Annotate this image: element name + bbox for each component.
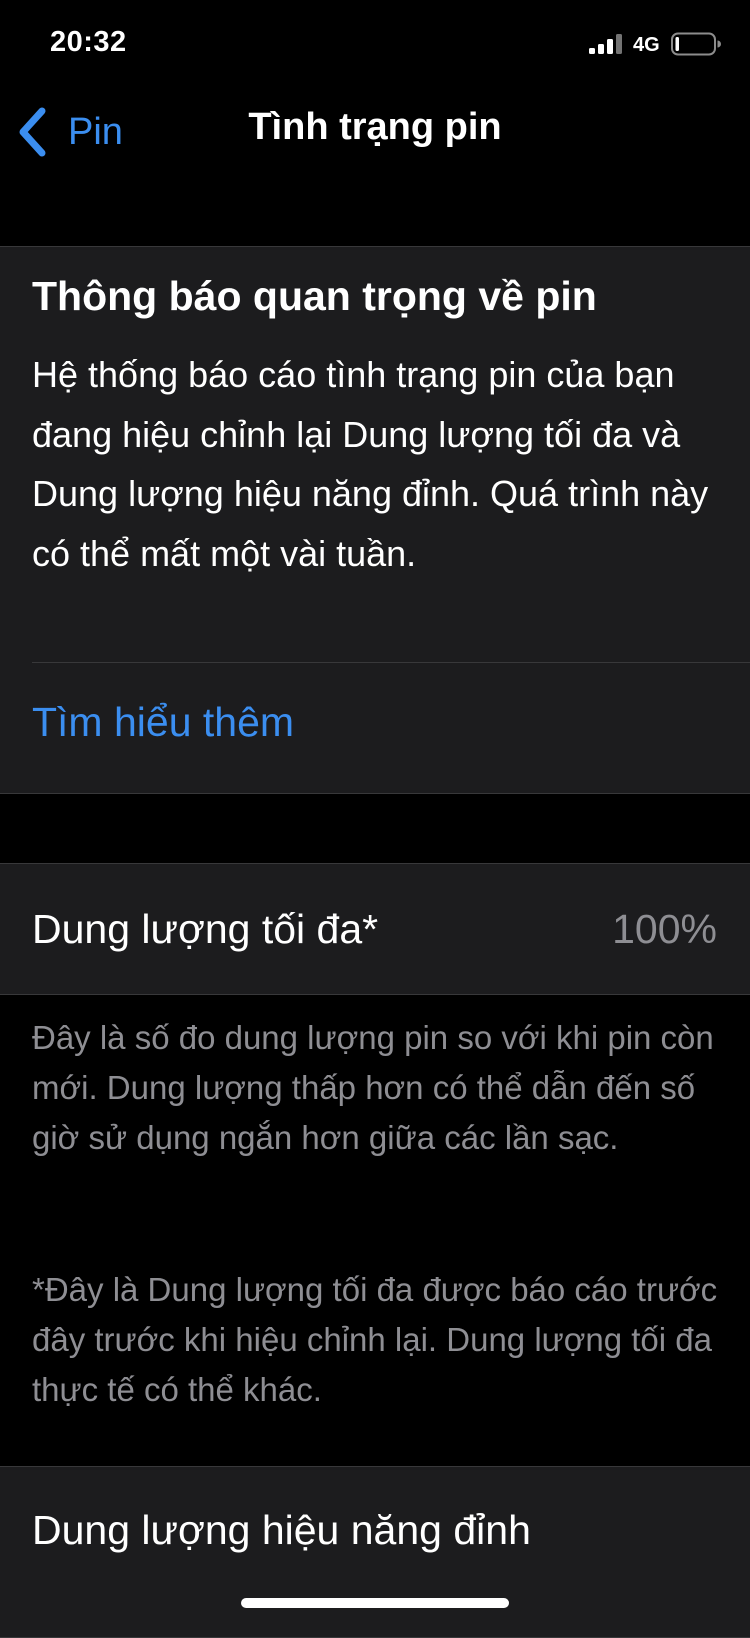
max-capacity-value: 100%: [612, 906, 717, 952]
signal-bars-icon: [589, 34, 622, 54]
max-capacity-label: Dung lượng tối đa*: [32, 906, 379, 952]
notice-body: Hệ thống báo cáo tình trạng pin của bạn …: [32, 354, 709, 574]
notice-title: Thông báo quan trọng về pin: [32, 273, 597, 319]
network-type-label: 4G: [633, 34, 660, 56]
home-indicator[interactable]: [241, 1598, 509, 1608]
max-capacity-row: Dung lượng tối đa* 100%: [0, 863, 750, 995]
status-bar: 20:32 4G: [0, 0, 750, 92]
peak-performance-label: Dung lượng hiệu năng đỉnh: [32, 1507, 531, 1553]
learn-more-link[interactable]: Tìm hiểu thêm: [32, 699, 294, 746]
battery-icon: [671, 32, 721, 56]
max-capacity-description: Đây là số đo dung lượng pin so với khi p…: [32, 1019, 714, 1156]
notice-separator: [32, 662, 750, 663]
peak-performance-row: Dung lượng hiệu năng đỉnh: [0, 1466, 750, 1638]
battery-notice-section: Thông báo quan trọng về pin Hệ thống báo…: [0, 246, 750, 794]
navigation-bar: Pin Tình trạng pin: [0, 92, 750, 192]
status-time: 20:32: [50, 26, 127, 58]
max-capacity-note: *Đây là Dung lượng tối đa được báo cáo t…: [32, 1271, 718, 1408]
page-title: Tình trạng pin: [248, 106, 502, 148]
